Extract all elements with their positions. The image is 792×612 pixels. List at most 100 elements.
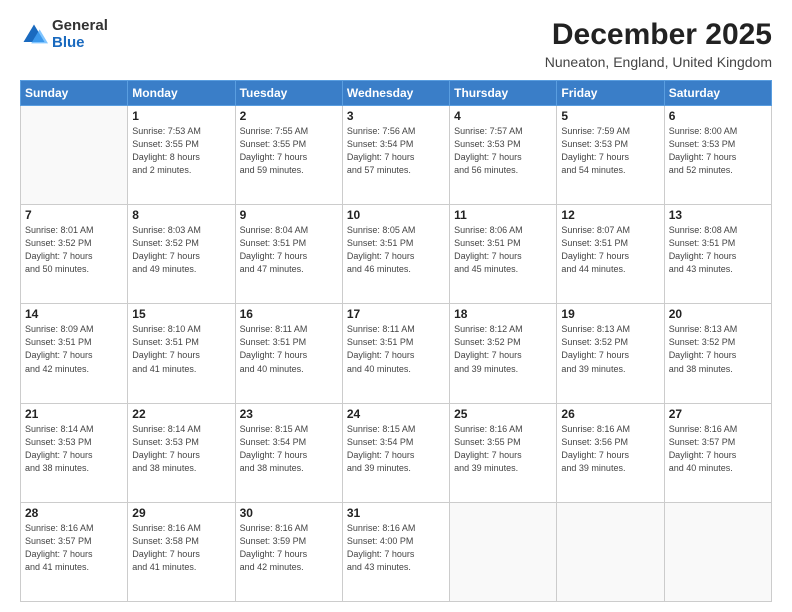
week-row-3: 21 Sunrise: 8:14 AMSunset: 3:53 PMDayligh…: [21, 403, 772, 502]
weekday-header-tuesday: Tuesday: [235, 81, 342, 106]
day-number: 25: [454, 407, 552, 421]
calendar-cell: 21 Sunrise: 8:14 AMSunset: 3:53 PMDayligh…: [21, 403, 128, 502]
day-number: 21: [25, 407, 123, 421]
day-number: 11: [454, 208, 552, 222]
day-info: Sunrise: 8:06 AMSunset: 3:51 PMDaylight:…: [454, 224, 552, 276]
day-info: Sunrise: 7:57 AMSunset: 3:53 PMDaylight:…: [454, 125, 552, 177]
day-number: 15: [132, 307, 230, 321]
day-number: 18: [454, 307, 552, 321]
day-number: 28: [25, 506, 123, 520]
day-info: Sunrise: 8:05 AMSunset: 3:51 PMDaylight:…: [347, 224, 445, 276]
day-number: 19: [561, 307, 659, 321]
weekday-header-monday: Monday: [128, 81, 235, 106]
day-info: Sunrise: 8:14 AMSunset: 3:53 PMDaylight:…: [132, 423, 230, 475]
day-number: 10: [347, 208, 445, 222]
calendar-cell: 28 Sunrise: 8:16 AMSunset: 3:57 PMDayligh…: [21, 502, 128, 601]
day-number: 20: [669, 307, 767, 321]
calendar-cell: 9 Sunrise: 8:04 AMSunset: 3:51 PMDaylight…: [235, 205, 342, 304]
weekday-header-friday: Friday: [557, 81, 664, 106]
day-info: Sunrise: 8:12 AMSunset: 3:52 PMDaylight:…: [454, 323, 552, 375]
calendar-cell: 17 Sunrise: 8:11 AMSunset: 3:51 PMDayligh…: [342, 304, 449, 403]
day-info: Sunrise: 8:15 AMSunset: 3:54 PMDaylight:…: [347, 423, 445, 475]
day-info: Sunrise: 8:01 AMSunset: 3:52 PMDaylight:…: [25, 224, 123, 276]
day-info: Sunrise: 8:11 AMSunset: 3:51 PMDaylight:…: [347, 323, 445, 375]
weekday-header-wednesday: Wednesday: [342, 81, 449, 106]
day-info: Sunrise: 8:16 AMSunset: 3:58 PMDaylight:…: [132, 522, 230, 574]
day-info: Sunrise: 8:13 AMSunset: 3:52 PMDaylight:…: [561, 323, 659, 375]
day-info: Sunrise: 8:10 AMSunset: 3:51 PMDaylight:…: [132, 323, 230, 375]
day-info: Sunrise: 7:53 AMSunset: 3:55 PMDaylight:…: [132, 125, 230, 177]
calendar-cell: 7 Sunrise: 8:01 AMSunset: 3:52 PMDaylight…: [21, 205, 128, 304]
weekday-header-thursday: Thursday: [450, 81, 557, 106]
day-number: 17: [347, 307, 445, 321]
day-number: 14: [25, 307, 123, 321]
calendar-title: December 2025: [545, 18, 772, 52]
calendar-cell: 11 Sunrise: 8:06 AMSunset: 3:51 PMDayligh…: [450, 205, 557, 304]
day-info: Sunrise: 8:13 AMSunset: 3:52 PMDaylight:…: [669, 323, 767, 375]
day-info: Sunrise: 8:16 AMSunset: 3:56 PMDaylight:…: [561, 423, 659, 475]
day-info: Sunrise: 8:07 AMSunset: 3:51 PMDaylight:…: [561, 224, 659, 276]
day-number: 7: [25, 208, 123, 222]
day-number: 8: [132, 208, 230, 222]
day-info: Sunrise: 8:08 AMSunset: 3:51 PMDaylight:…: [669, 224, 767, 276]
day-number: 31: [347, 506, 445, 520]
calendar-cell: 3Sunrise: 7:56 AMSunset: 3:54 PMDaylight…: [342, 106, 449, 205]
calendar-cell: 20 Sunrise: 8:13 AMSunset: 3:52 PMDayligh…: [664, 304, 771, 403]
calendar-cell: 10 Sunrise: 8:05 AMSunset: 3:51 PMDayligh…: [342, 205, 449, 304]
day-info: Sunrise: 8:15 AMSunset: 3:54 PMDaylight:…: [240, 423, 338, 475]
calendar-cell: 27Sunrise: 8:16 AMSunset: 3:57 PMDayligh…: [664, 403, 771, 502]
calendar-cell: 6 Sunrise: 8:00 AMSunset: 3:53 PMDaylight…: [664, 106, 771, 205]
day-number: 16: [240, 307, 338, 321]
calendar-cell: [450, 502, 557, 601]
page: General Blue December 2025 Nuneaton, Eng…: [0, 0, 792, 612]
calendar-cell: 22Sunrise: 8:14 AMSunset: 3:53 PMDayligh…: [128, 403, 235, 502]
day-number: 2: [240, 109, 338, 123]
day-info: Sunrise: 8:16 AMSunset: 3:59 PMDaylight:…: [240, 522, 338, 574]
day-number: 4: [454, 109, 552, 123]
calendar-cell: [664, 502, 771, 601]
calendar-cell: 29 Sunrise: 8:16 AMSunset: 3:58 PMDayligh…: [128, 502, 235, 601]
day-info: Sunrise: 8:09 AMSunset: 3:51 PMDaylight:…: [25, 323, 123, 375]
calendar-subtitle: Nuneaton, England, United Kingdom: [545, 54, 772, 70]
day-number: 12: [561, 208, 659, 222]
header: General Blue December 2025 Nuneaton, Eng…: [20, 18, 772, 70]
day-number: 26: [561, 407, 659, 421]
calendar-cell: 19 Sunrise: 8:13 AMSunset: 3:52 PMDayligh…: [557, 304, 664, 403]
day-number: 6: [669, 109, 767, 123]
logo: General Blue: [20, 18, 108, 51]
day-number: 23: [240, 407, 338, 421]
logo-general-text: General: [52, 18, 108, 35]
calendar-cell: 14 Sunrise: 8:09 AMSunset: 3:51 PMDayligh…: [21, 304, 128, 403]
day-number: 27: [669, 407, 767, 421]
day-info: Sunrise: 8:16 AMSunset: 3:57 PMDaylight:…: [25, 522, 123, 574]
calendar-cell: [21, 106, 128, 205]
day-number: 9: [240, 208, 338, 222]
day-number: 29: [132, 506, 230, 520]
day-number: 24: [347, 407, 445, 421]
calendar-cell: 16 Sunrise: 8:11 AMSunset: 3:51 PMDayligh…: [235, 304, 342, 403]
day-info: Sunrise: 7:55 AMSunset: 3:55 PMDaylight:…: [240, 125, 338, 177]
week-row-2: 14 Sunrise: 8:09 AMSunset: 3:51 PMDayligh…: [21, 304, 772, 403]
calendar-cell: 4 Sunrise: 7:57 AMSunset: 3:53 PMDaylight…: [450, 106, 557, 205]
day-number: 13: [669, 208, 767, 222]
weekday-header-row: SundayMondayTuesdayWednesdayThursdayFrid…: [21, 81, 772, 106]
day-info: Sunrise: 8:00 AMSunset: 3:53 PMDaylight:…: [669, 125, 767, 177]
calendar-cell: 23 Sunrise: 8:15 AMSunset: 3:54 PMDayligh…: [235, 403, 342, 502]
day-info: Sunrise: 8:03 AMSunset: 3:52 PMDaylight:…: [132, 224, 230, 276]
calendar-cell: 31 Sunrise: 8:16 AMSunset: 4:00 PMDayligh…: [342, 502, 449, 601]
calendar-cell: 24 Sunrise: 8:15 AMSunset: 3:54 PMDayligh…: [342, 403, 449, 502]
day-info: Sunrise: 8:11 AMSunset: 3:51 PMDaylight:…: [240, 323, 338, 375]
day-info: Sunrise: 8:14 AMSunset: 3:53 PMDaylight:…: [25, 423, 123, 475]
day-number: 3: [347, 109, 445, 123]
day-info: Sunrise: 8:04 AMSunset: 3:51 PMDaylight:…: [240, 224, 338, 276]
week-row-1: 7 Sunrise: 8:01 AMSunset: 3:52 PMDaylight…: [21, 205, 772, 304]
calendar-cell: 18 Sunrise: 8:12 AMSunset: 3:52 PMDayligh…: [450, 304, 557, 403]
day-info: Sunrise: 8:16 AMSunset: 3:55 PMDaylight:…: [454, 423, 552, 475]
calendar-cell: 13 Sunrise: 8:08 AMSunset: 3:51 PMDayligh…: [664, 205, 771, 304]
logo-blue-text: Blue: [52, 35, 108, 52]
logo-text: General Blue: [52, 18, 108, 51]
week-row-0: 1Sunrise: 7:53 AMSunset: 3:55 PMDaylight…: [21, 106, 772, 205]
day-info: Sunrise: 8:16 AMSunset: 4:00 PMDaylight:…: [347, 522, 445, 574]
title-block: December 2025 Nuneaton, England, United …: [545, 18, 772, 70]
day-number: 5: [561, 109, 659, 123]
